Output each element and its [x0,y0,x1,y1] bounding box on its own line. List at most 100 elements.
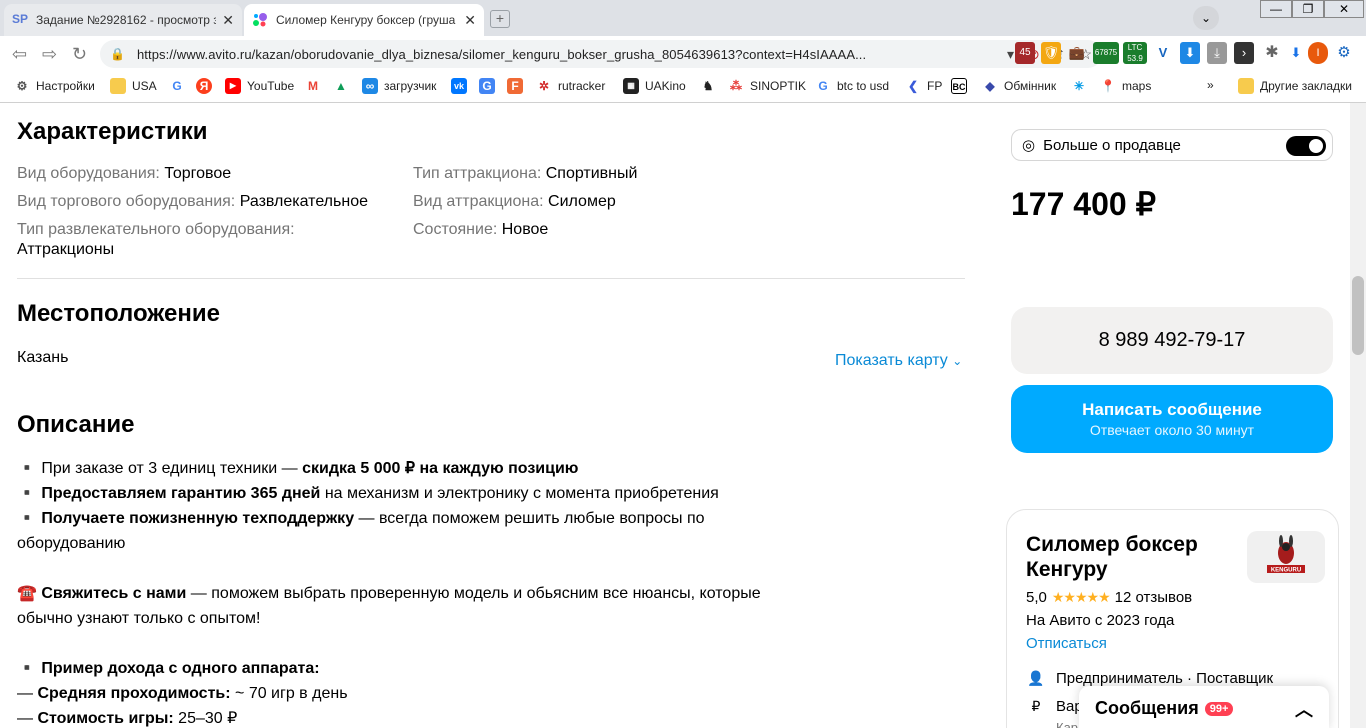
extension-case-icon[interactable]: 💼 [1067,42,1087,64]
extension-v-icon[interactable]: V [1153,42,1173,64]
seller-rating: 5,0 ★★★★★ 12 отзывов [1026,589,1193,606]
chevron-up-icon[interactable]: ︿ [1295,696,1313,722]
tab-title: Силомер Кенгуру боксер (груша [276,13,456,27]
desc-line: — Стоимость игры: 25–30 ₽ [17,710,238,727]
page-content: Характеристики Вид оборудования: Торгово… [0,103,1366,728]
tab-close-icon[interactable]: ✕ [222,12,234,29]
bookmark-rutracker[interactable]: ✲ rutracker [536,78,605,94]
bookmark-chess[interactable]: ♞ [700,78,722,94]
chevron-down-icon: ⌄ [952,354,963,368]
extension-ltc-icon[interactable]: LTC 53.9 [1123,42,1147,64]
reviews-link[interactable]: 12 отзывов [1115,589,1193,606]
tab-title: Задание №2928162 - просмотр з [36,13,217,27]
tab-close-icon[interactable]: ✕ [464,12,476,29]
toggle-switch[interactable] [1286,136,1326,156]
characteristics-heading: Характеристики [17,118,208,145]
folder-icon [110,78,126,94]
tab-strip: SP Задание №2928162 - просмотр з ✕ Силом… [0,0,1366,36]
extension-brave-icon[interactable]: 🛡 [1041,42,1061,64]
description-text: ▪️ При заказе от 3 единиц техники — скид… [17,456,797,728]
google-icon: G [818,79,828,93]
bookmark-sinoptik[interactable]: ⁂ SINOPTIK [728,78,806,94]
extension-terminal-icon[interactable]: › [1234,42,1254,64]
close-window-button[interactable]: ✕ [1324,0,1364,18]
tab-task[interactable]: SP Задание №2928162 - просмотр з ✕ [4,4,242,36]
bookmark-uakino[interactable]: ▦ UAKino [623,78,686,94]
reload-icon[interactable]: ↻ [72,44,87,65]
bookmark-star[interactable]: ✳ [1071,78,1093,94]
browser-chrome: SP Задание №2928162 - просмотр з ✕ Силом… [0,0,1366,103]
bookmark-fp[interactable]: ❮ FP [905,78,942,94]
bookmark-usa[interactable]: USA [110,78,157,94]
messages-widget[interactable]: Сообщения 99+ ︿ [1079,686,1329,728]
bookmark-google[interactable]: G [169,78,191,94]
extension-btc-icon[interactable]: 67875 [1093,42,1119,64]
show-map-link[interactable]: Показать карту ⌄ [835,351,962,371]
person-icon: 👤 [1027,670,1045,686]
bookmark-downloader[interactable]: ∞ загрузчик [362,78,436,94]
bookmark-yandex[interactable]: Я [196,78,218,94]
location-heading: Местоположение [17,300,220,327]
section-divider [17,278,965,279]
tab-avito[interactable]: Силомер Кенгуру боксер (груша ✕ [244,4,484,36]
address-bar[interactable]: 🔒 https://www.avito.ru/kazan/oborudovani… [100,40,1102,68]
stars-icon: ★★★★★ [1051,589,1111,605]
bookmark-gmail[interactable]: M [305,78,327,94]
bookmark-youtube[interactable]: ▶ YouTube [225,78,294,94]
scrollbar[interactable] [1350,103,1366,728]
phone-button[interactable]: 8 989 492-79-17 [1011,307,1333,374]
seller-name[interactable]: Силомер боксер Кенгуру [1026,532,1236,582]
minimize-button[interactable]: — [1260,0,1292,18]
seller-info-row: Кар [1056,720,1079,728]
write-message-button[interactable]: Написать сообщение Отвечает около 30 мин… [1011,385,1333,453]
bookmark-vk[interactable]: vk [451,78,473,94]
chess-icon: ♞ [702,79,714,93]
new-tab-button[interactable]: + [490,10,510,28]
char-row: Вид торгового оборудования: Развлекатель… [17,193,368,210]
char-row: Тип развлекательного оборудования: Аттрак… [17,221,295,258]
desc-line: — Средняя проходимость: ~ 70 игр в день [17,685,348,702]
extension-save-icon[interactable]: ⤓ [1207,42,1227,64]
sinoptik-icon: ⁂ [730,79,742,93]
maps-icon: 📍 [1100,79,1116,93]
bookmark-drive[interactable]: ▲ [333,78,355,94]
address-url[interactable]: https://www.avito.ru/kazan/oborudovanie_… [137,47,993,62]
profile-avatar[interactable]: I [1308,42,1328,64]
dropdown-arrow-icon[interactable]: ▾ [1007,46,1014,63]
drive-icon: ▲ [335,79,347,93]
downloads-icon[interactable]: ⬇ [1286,42,1306,64]
scrollbar-thumb[interactable] [1352,276,1364,355]
seller-logo[interactable]: KENGURU [1247,531,1325,583]
chevron-down-icon[interactable]: ⌄ [1193,6,1219,30]
back-arrow-icon[interactable]: ⇦ [12,44,27,65]
background-tab[interactable] [620,10,690,26]
desc-line: ▪️ Получаете пожизненную техподдержку — … [17,510,705,552]
logo-text: KENGURU [1271,568,1301,574]
bookmark-settings[interactable]: ⚙ Настройки [14,78,95,94]
bookmark-maps[interactable]: 📍 maps [1100,78,1152,94]
maximize-button[interactable]: ❐ [1292,0,1324,18]
bookmark-f[interactable]: F [507,78,529,94]
forward-arrow-icon[interactable]: ⇨ [42,44,57,65]
exchange-icon: ◆ [985,79,995,93]
bookmark-translate[interactable]: G [479,78,501,94]
extensions-puzzle-icon[interactable]: ✱ [1262,42,1282,64]
bookmark-bc[interactable]: BC [951,78,973,94]
extension-shield-icon[interactable]: 45 [1015,42,1035,64]
unsubscribe-link[interactable]: Отписаться [1026,635,1107,652]
other-bookmarks[interactable]: Другие закладки [1238,78,1352,94]
extension-download-icon[interactable]: ⬇ [1180,42,1200,64]
bookmark-exchange[interactable]: ◆ Обмінник [982,78,1056,94]
sp-favicon-icon: SP [12,12,29,26]
bookmarks-more-button[interactable]: » [1207,78,1214,92]
on-avito-since: На Авито с 2023 года [1026,612,1175,629]
unread-badge: 99+ [1204,701,1234,716]
more-about-seller-toggle[interactable]: ◎ Больше о продавце [1011,129,1333,161]
uakino-icon: ▦ [623,78,639,94]
background-tab[interactable] [530,10,600,26]
downloader-icon: ∞ [362,78,378,94]
bookmark-btc-to-usd[interactable]: Gbtc to usd [815,78,889,94]
bookmarks-bar: ⚙ Настройки USA G Я ▶ YouTube M ▲ ∞ загрузч… [0,72,1366,103]
chrome-menu-icon[interactable]: ⚙ [1334,42,1354,64]
desc-line: ☎️ Свяжитесь с нами — поможем выбрать пр… [17,585,761,627]
